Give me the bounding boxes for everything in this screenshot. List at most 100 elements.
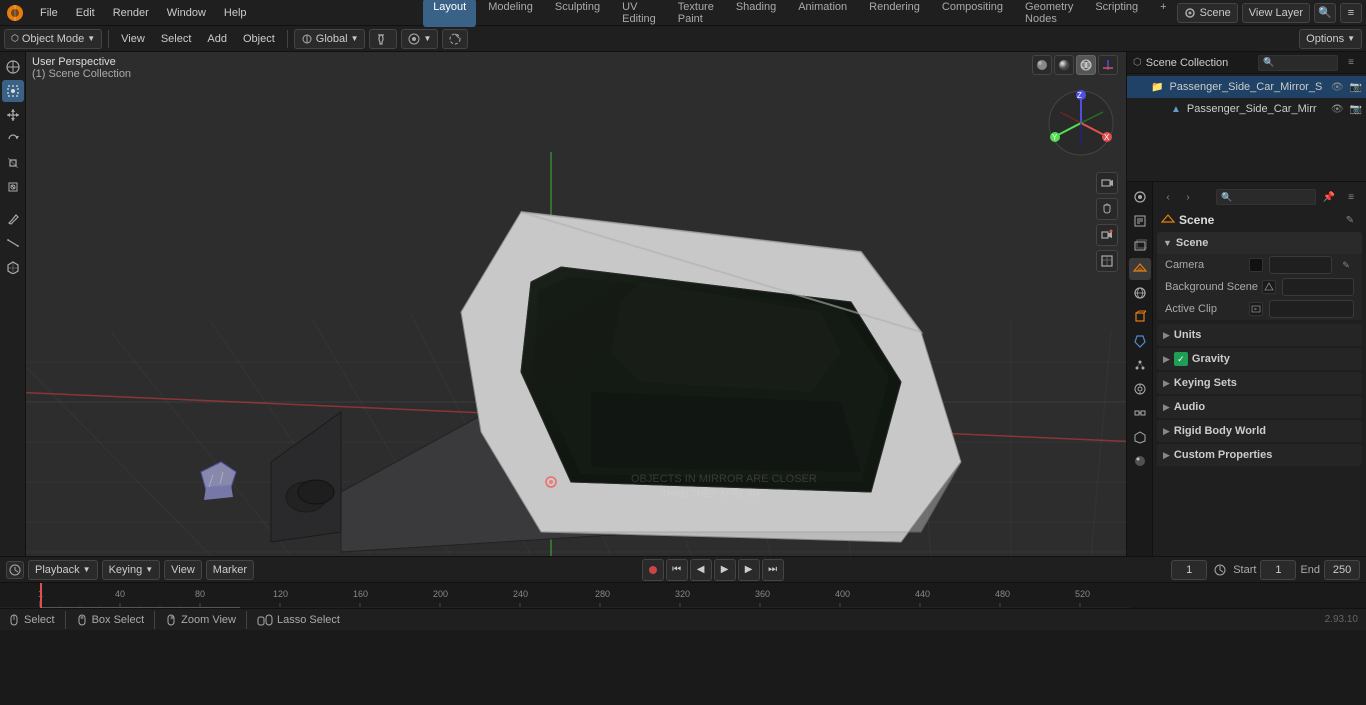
start-frame-input[interactable]: 1 [1260, 560, 1296, 580]
outliner-row-1[interactable]: ▲ Passenger_Side_Car_Mirr 👁 📷 [1127, 98, 1366, 120]
transform-orientation-btn[interactable]: Global ▼ [294, 29, 366, 49]
hand-tool-btn[interactable] [1096, 198, 1118, 220]
custom-props-section-header[interactable]: ▶ Custom Properties [1157, 444, 1362, 466]
render-icon-0[interactable]: 📷 [1350, 82, 1362, 93]
prop-data-btn[interactable] [1129, 426, 1151, 448]
tab-rendering[interactable]: Rendering [859, 0, 930, 27]
tab-uv-editing[interactable]: UV Editing [612, 0, 666, 27]
scene-selector[interactable]: Scene [1177, 3, 1238, 23]
prop-pin-btn[interactable]: 📌 [1320, 188, 1338, 206]
mode-select-btn[interactable]: ⬡ Object Mode ▼ [4, 29, 102, 49]
audio-section-header[interactable]: ▶ Audio [1157, 396, 1362, 418]
prop-viewlayer-btn[interactable] [1129, 234, 1151, 256]
outliner-search[interactable]: 🔍 [1258, 55, 1338, 71]
viewport-overlay-btn[interactable] [1076, 55, 1096, 75]
prop-object-btn[interactable] [1129, 306, 1151, 328]
viewport-gizmo-btn[interactable] [1098, 55, 1118, 75]
prop-modifier-btn[interactable] [1129, 330, 1151, 352]
viewport-shading-solid[interactable] [1032, 55, 1052, 75]
annotate-tool[interactable] [2, 208, 24, 230]
rotate-tool[interactable] [2, 128, 24, 150]
viewport[interactable]: User Perspective (1) Scene Collection [26, 52, 1126, 556]
menu-help[interactable]: Help [216, 5, 255, 21]
prop-material-btn[interactable] [1129, 450, 1151, 472]
current-frame-input[interactable]: 1 [1171, 560, 1207, 580]
prop-filter-btn[interactable]: ≡ [1342, 188, 1360, 206]
tab-add[interactable]: + [1150, 0, 1176, 27]
transform-tool[interactable] [2, 176, 24, 198]
timeline-ruler-area[interactable]: 1 40 80 120 160 200 240 280 320 360 400 … [0, 582, 1366, 608]
tab-geometry-nodes[interactable]: Geometry Nodes [1015, 0, 1083, 27]
menu-file[interactable]: File [32, 5, 66, 21]
prop-world-btn[interactable] [1129, 282, 1151, 304]
prop-scene-btn[interactable] [1129, 258, 1151, 280]
visibility-icon-1[interactable]: 👁 [1331, 104, 1344, 115]
camera-record-btn[interactable] [1096, 224, 1118, 246]
tab-shading[interactable]: Shading [726, 0, 786, 27]
move-tool[interactable] [2, 104, 24, 126]
viewport-shading-material[interactable] [1054, 55, 1074, 75]
proportional-btn[interactable]: ▼ [401, 29, 438, 49]
tab-layout[interactable]: Layout [423, 0, 476, 27]
prop-scene-section-header[interactable]: ▼ Scene [1157, 232, 1362, 254]
add-menu-btn[interactable]: Add [201, 31, 233, 47]
active-clip-icon[interactable] [1249, 302, 1263, 316]
snap-btn[interactable] [369, 29, 397, 49]
tab-animation[interactable]: Animation [788, 0, 857, 27]
gravity-section-header[interactable]: ▶ ✓ Gravity [1157, 348, 1362, 370]
jump-start-btn[interactable]: ⏮ [666, 559, 688, 581]
tab-compositing[interactable]: Compositing [932, 0, 1013, 27]
menu-edit[interactable]: Edit [68, 5, 103, 21]
camera-value[interactable] [1269, 256, 1332, 274]
view-menu-btn[interactable]: View [115, 31, 151, 47]
prop-particles-btn[interactable] [1129, 354, 1151, 376]
bg-scene-icon[interactable] [1262, 280, 1276, 294]
camera-color-swatch[interactable] [1249, 258, 1263, 272]
prop-output-btn[interactable] [1129, 210, 1151, 232]
units-section-header[interactable]: ▶ Units [1157, 324, 1362, 346]
keying-btn[interactable]: Keying ▼ [102, 560, 161, 580]
render-icon-1[interactable]: 📷 [1350, 104, 1362, 115]
timeline-clock-btn[interactable] [6, 561, 24, 579]
scene-btn[interactable] [1096, 250, 1118, 272]
prop-search[interactable]: 🔍 [1216, 189, 1316, 205]
visibility-icon-0[interactable]: 👁 [1331, 82, 1344, 93]
menu-window[interactable]: Window [159, 5, 214, 21]
outliner-filter-btn[interactable]: ≡ [1342, 54, 1360, 72]
outliner-row-0[interactable]: 📁 Passenger_Side_Car_Mirror_S 👁 📷 [1127, 76, 1366, 98]
tab-sculpting[interactable]: Sculpting [545, 0, 610, 27]
record-btn[interactable] [642, 559, 664, 581]
active-clip-value[interactable] [1269, 300, 1354, 318]
prop-scene-edit-btn[interactable]: ✎ [1342, 212, 1358, 228]
search-btn[interactable]: 🔍 [1314, 3, 1336, 23]
step-back-btn[interactable]: ◀ [690, 559, 712, 581]
prop-nav-btn[interactable]: ‹ [1159, 188, 1177, 206]
cursor-tool[interactable] [2, 56, 24, 78]
prop-render-btn[interactable] [1129, 186, 1151, 208]
select-box-tool[interactable] [2, 80, 24, 102]
end-frame-input[interactable]: 250 [1324, 560, 1360, 580]
view-timeline-btn[interactable]: View [164, 560, 202, 580]
step-fwd-btn[interactable]: ▶ [738, 559, 760, 581]
camera-view-btn[interactable] [1096, 172, 1118, 194]
options-btn[interactable]: Options ▼ [1299, 29, 1362, 49]
prop-constraints-btn[interactable] [1129, 402, 1151, 424]
filter-btn[interactable]: ≡ [1340, 3, 1362, 23]
measure-tool[interactable] [2, 232, 24, 254]
scale-tool[interactable] [2, 152, 24, 174]
prop-physics-btn[interactable] [1129, 378, 1151, 400]
play-btn[interactable]: ▶ [714, 559, 736, 581]
camera-eyedropper[interactable]: ✎ [1338, 257, 1354, 273]
keying-sets-section-header[interactable]: ▶ Keying Sets [1157, 372, 1362, 394]
tab-texture-paint[interactable]: Texture Paint [668, 0, 724, 27]
object-menu-btn[interactable]: Object [237, 31, 281, 47]
marker-btn[interactable]: Marker [206, 560, 254, 580]
view-layer-btn[interactable]: View Layer [1242, 3, 1310, 23]
playback-btn[interactable]: Playback ▼ [28, 560, 98, 580]
rigid-body-section-header[interactable]: ▶ Rigid Body World [1157, 420, 1362, 442]
proportional2-btn[interactable] [442, 29, 468, 49]
nav-gizmo[interactable]: Z X Y [1046, 88, 1116, 158]
add-object-tool[interactable] [2, 256, 24, 278]
tab-modeling[interactable]: Modeling [478, 0, 543, 27]
prop-nav-btn2[interactable]: › [1179, 188, 1197, 206]
